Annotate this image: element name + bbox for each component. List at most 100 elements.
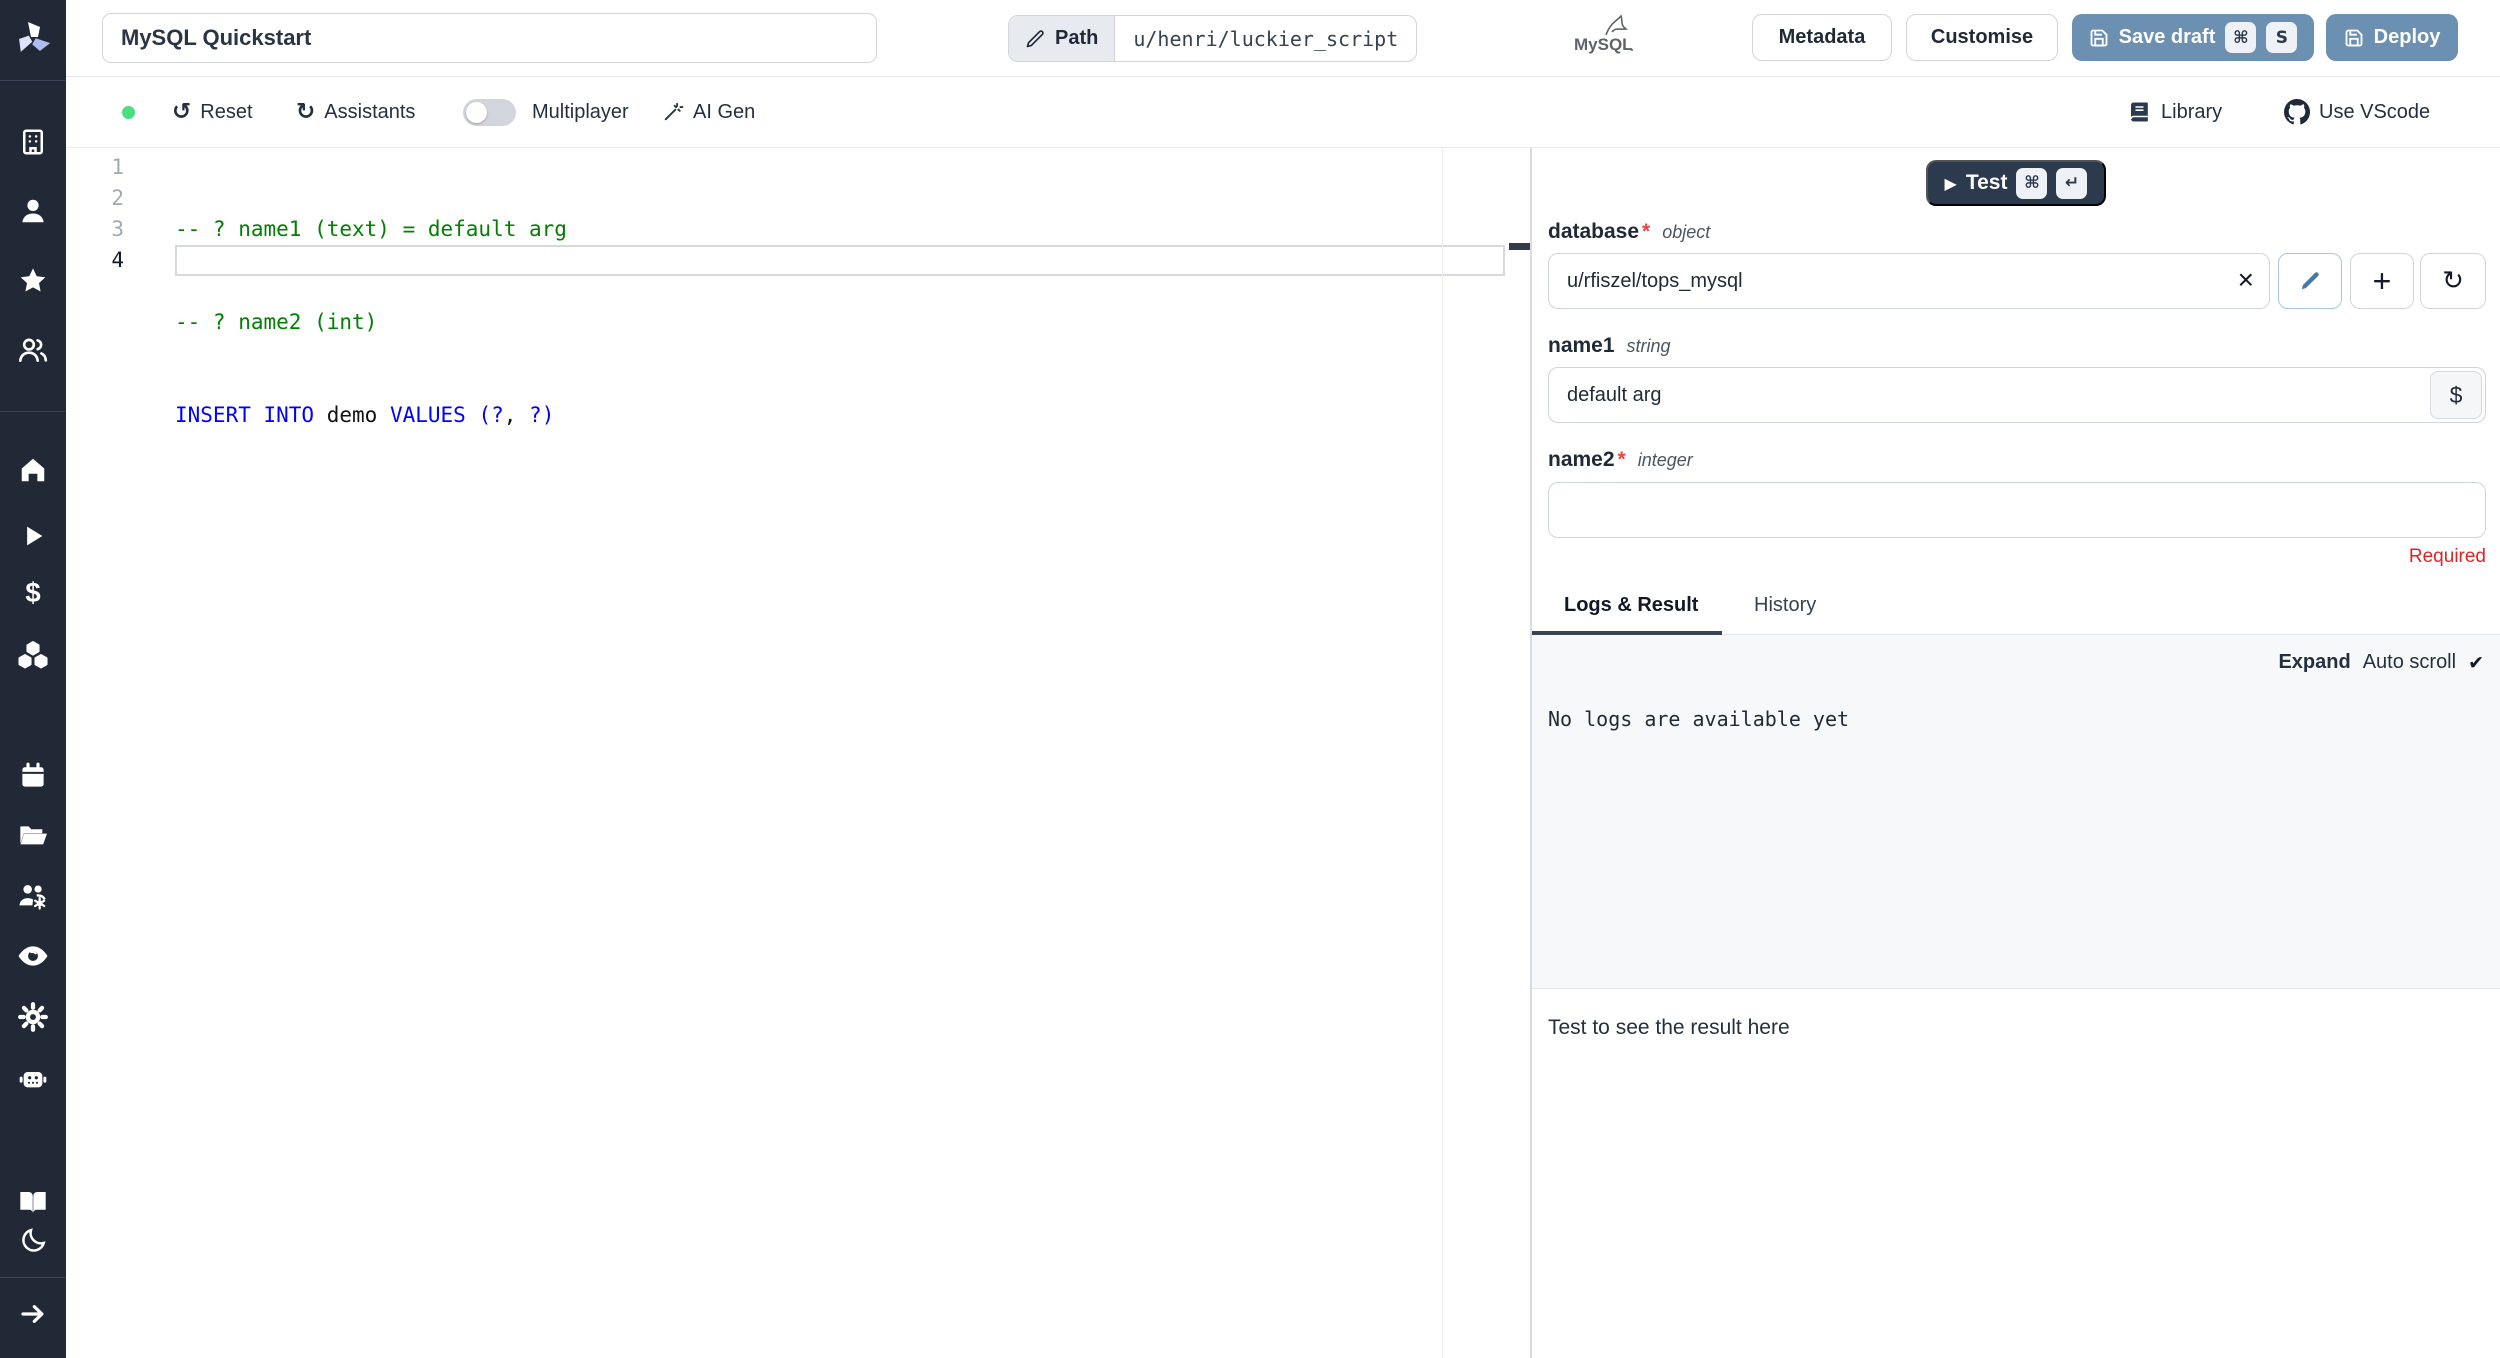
building-icon bbox=[23, 129, 43, 155]
sidebar-item-schedules[interactable] bbox=[0, 752, 66, 800]
logs-controls: Expand Auto scroll ✔ bbox=[2278, 651, 2484, 674]
sidebar-item-resources[interactable] bbox=[0, 631, 66, 679]
variable-picker-button[interactable]: $ bbox=[2430, 371, 2482, 419]
reset-label: Reset bbox=[200, 100, 253, 123]
use-vscode-button[interactable]: Use VScode bbox=[2284, 77, 2430, 147]
metadata-button[interactable]: Metadata bbox=[1752, 14, 1892, 61]
path-control: Path u/henri/luckier_script bbox=[1008, 15, 1418, 62]
user-icon bbox=[22, 199, 44, 223]
multiplayer-label: Multiplayer bbox=[532, 100, 629, 123]
sidebar-item-folders[interactable] bbox=[0, 811, 66, 859]
sidebar-item-workers[interactable] bbox=[0, 1054, 66, 1102]
line-number-gutter: 1 2 3 4 bbox=[66, 152, 124, 276]
deploy-label: Deploy bbox=[2373, 26, 2441, 48]
sidebar-item-groups[interactable] bbox=[0, 872, 66, 920]
kbd-enter: ↵ bbox=[2056, 167, 2088, 199]
svg-text:$: $ bbox=[25, 578, 40, 608]
line-number: 1 bbox=[111, 155, 124, 179]
add-resource-button[interactable]: + bbox=[2350, 253, 2414, 309]
autoscroll-label: Auto scroll bbox=[2362, 651, 2457, 673]
editor-toolbar: ↺ Reset ↻ Assistants Multiplayer AI Gen bbox=[66, 77, 2500, 148]
book-icon bbox=[2130, 102, 2148, 122]
overview-ruler-cursor-mark bbox=[1509, 243, 1530, 250]
sidebar-item-user[interactable] bbox=[0, 187, 66, 235]
test-label: Test bbox=[1965, 171, 2008, 194]
database-input[interactable] bbox=[1548, 253, 2270, 309]
pencil-icon bbox=[1026, 29, 1044, 47]
code-statement: INSERT INTO demo VALUES (?, ?) bbox=[175, 403, 555, 427]
assistants-label: Assistants bbox=[324, 100, 416, 123]
rotate-ccw-icon: ↺ bbox=[172, 99, 192, 125]
sidebar-logo[interactable] bbox=[0, 14, 66, 62]
eye-icon bbox=[18, 946, 48, 966]
connection-status-dot bbox=[122, 106, 135, 119]
customise-button[interactable]: Customise bbox=[1906, 14, 2058, 61]
tab-history[interactable]: History bbox=[1754, 594, 1816, 617]
name1-field-label: name1 string bbox=[1548, 334, 1671, 357]
sidebar-item-favorites[interactable] bbox=[0, 257, 66, 305]
script-title-input[interactable] bbox=[102, 13, 877, 63]
field-type: integer bbox=[1637, 450, 1693, 470]
book-open-icon bbox=[20, 1192, 46, 1213]
tab-logs-result[interactable]: Logs & Result bbox=[1564, 594, 1698, 617]
database-input-wrap: × bbox=[1548, 253, 2270, 309]
library-button[interactable]: Library bbox=[2128, 77, 2222, 147]
sidebar-item-settings[interactable] bbox=[0, 993, 66, 1041]
code-content[interactable]: -- ? name1 (text) = default arg -- ? nam… bbox=[175, 152, 567, 586]
path-value[interactable]: u/henri/luckier_script bbox=[1115, 16, 1416, 61]
ai-gen-button[interactable]: AI Gen bbox=[662, 77, 755, 147]
metadata-label: Metadata bbox=[1778, 26, 1866, 48]
sidebar-item-home[interactable] bbox=[0, 446, 66, 494]
refresh-resource-button[interactable]: ↻ bbox=[2420, 253, 2486, 309]
expand-button[interactable]: Expand bbox=[2278, 651, 2350, 674]
name1-input[interactable] bbox=[1548, 367, 2486, 423]
arrow-right-icon bbox=[21, 1305, 44, 1323]
line-number: 2 bbox=[111, 186, 124, 210]
deploy-button[interactable]: Deploy bbox=[2326, 14, 2458, 61]
name2-input[interactable] bbox=[1548, 482, 2486, 538]
editor-scrollbar-gutter[interactable] bbox=[1442, 148, 1443, 1358]
windmill-logo-icon bbox=[19, 22, 51, 52]
play-icon: ▶ bbox=[1944, 173, 1957, 193]
save-draft-button[interactable]: Save draft ⌘ S bbox=[2072, 14, 2314, 61]
path-edit-button[interactable]: Path bbox=[1009, 16, 1116, 61]
check-icon[interactable]: ✔ bbox=[2468, 652, 2484, 674]
name1-input-wrap: $ bbox=[1548, 367, 2486, 423]
sidebar-item-workspace[interactable] bbox=[0, 118, 66, 166]
required-asterisk: * bbox=[1642, 220, 1651, 243]
calendar-icon bbox=[22, 762, 44, 787]
clear-icon[interactable]: × bbox=[2238, 264, 2254, 296]
home-icon bbox=[21, 458, 45, 482]
use-vscode-label: Use VScode bbox=[2319, 100, 2431, 123]
sidebar-item-runs[interactable] bbox=[0, 512, 66, 560]
sidebar-item-community[interactable] bbox=[0, 326, 66, 374]
result-placeholder-text: Test to see the result here bbox=[1548, 1016, 1790, 1039]
reset-button[interactable]: ↺ Reset bbox=[172, 77, 253, 147]
robot-icon bbox=[19, 1072, 47, 1088]
multiplayer-toggle[interactable] bbox=[463, 99, 516, 126]
star-icon bbox=[20, 268, 46, 292]
refresh-icon: ↻ bbox=[296, 99, 316, 125]
line-number: 3 bbox=[111, 217, 124, 241]
field-type: string bbox=[1626, 336, 1671, 356]
test-button[interactable]: ▶ Test ⌘ ↵ bbox=[1926, 160, 2106, 206]
logs-panel: Expand Auto scroll ✔ No logs are availab… bbox=[1532, 635, 2500, 989]
sidebar-item-variables[interactable]: $ bbox=[0, 569, 66, 617]
library-label: Library bbox=[2161, 100, 2223, 123]
sidebar-item-audit-logs[interactable] bbox=[0, 932, 66, 980]
line-number-active: 4 bbox=[111, 248, 124, 272]
top-bar: Path u/henri/luckier_script MySQL Metada… bbox=[66, 0, 2500, 77]
field-type: object bbox=[1662, 222, 1711, 242]
code-editor[interactable]: 1 2 3 4 -- ? name1 (text) = default arg … bbox=[66, 148, 1510, 1358]
sidebar-item-dark-mode[interactable] bbox=[0, 1217, 66, 1265]
svg-text:MySQL: MySQL bbox=[1574, 35, 1633, 54]
assistants-button[interactable]: ↻ Assistants bbox=[296, 77, 415, 147]
mysql-logo: MySQL bbox=[1560, 10, 1650, 66]
sidebar-divider bbox=[0, 80, 66, 81]
customise-label: Customise bbox=[1930, 26, 2034, 48]
sidebar-collapse-button[interactable] bbox=[0, 1290, 66, 1338]
kbd-cmd: ⌘ bbox=[2016, 167, 2048, 199]
sidebar: $ bbox=[0, 0, 66, 1358]
edit-resource-button[interactable] bbox=[2278, 253, 2342, 309]
pencil-icon bbox=[2301, 272, 2319, 290]
